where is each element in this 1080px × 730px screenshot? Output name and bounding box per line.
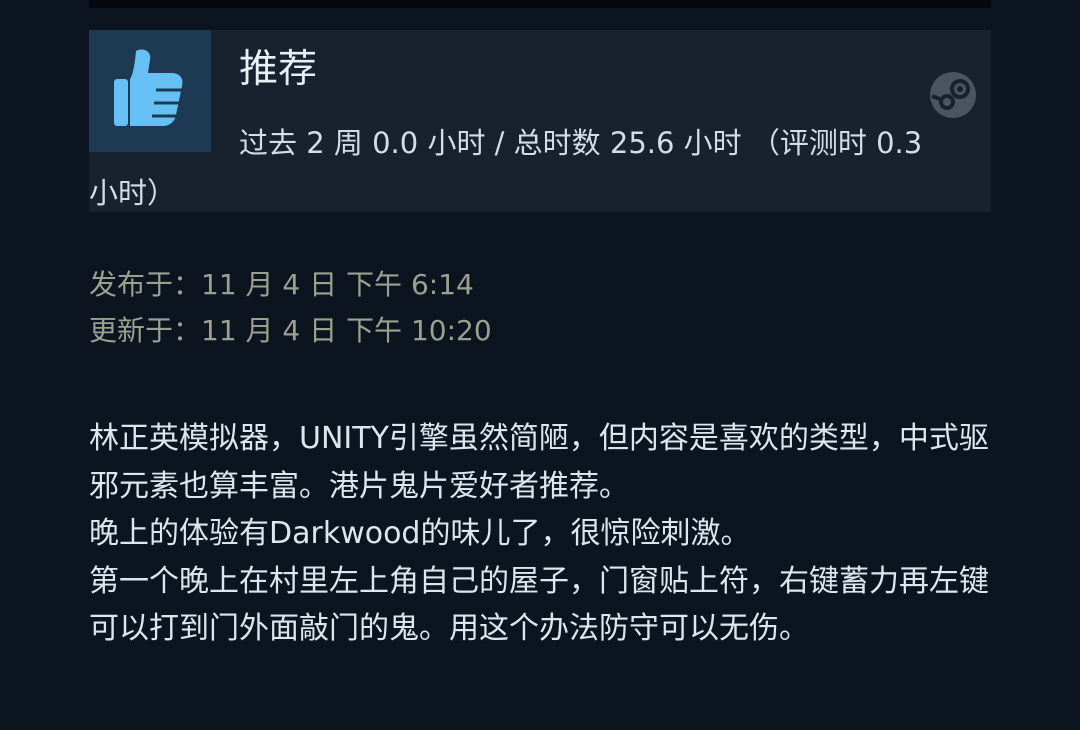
review-paragraph: 林正英模拟器，UNITY引擎虽然简陋，但内容是喜欢的类型，中式驱邪元素也算丰富。…: [89, 421, 989, 504]
playtime-summary: 过去 2 周 0.0 小时 / 总时数 25.6 小时 （评测时 0.3 小时）: [89, 126, 923, 210]
review-content: 林正英模拟器，UNITY引擎虽然简陋，但内容是喜欢的类型，中式驱邪元素也算丰富。…: [89, 415, 991, 653]
steam-logo-icon: [930, 72, 976, 118]
posted-date: 发布于：11 月 4 日 下午 6:14: [89, 268, 474, 301]
review-paragraph: 晚上的体验有Darkwood的味儿了，很惊险刺激。: [89, 516, 751, 551]
recommendation-label: 推荐: [239, 47, 318, 92]
previous-review-edge: [89, 0, 991, 8]
review-paragraph: 第一个晚上在村里左上角自己的屋子，门窗贴上符，右键蓄力再左键可以打到门外面敲门的…: [89, 563, 989, 647]
review-header: 推荐 过去 2 周 0.0 小时 / 总时数 25.6 小时 （评测时 0.3 …: [89, 30, 991, 212]
review-dates: 发布于：11 月 4 日 下午 6:14 更新于：11 月 4 日 下午 10:…: [89, 262, 492, 354]
updated-date: 更新于：11 月 4 日 下午 10:20: [89, 314, 492, 347]
